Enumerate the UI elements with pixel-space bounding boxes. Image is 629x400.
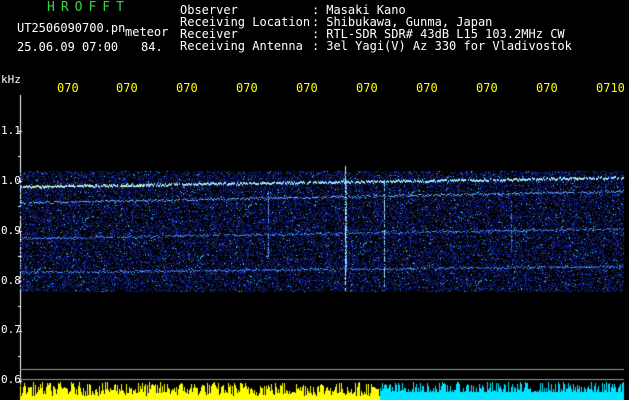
info-value: 3el Yagi(V) Az 330 for Vladivostok	[326, 39, 572, 53]
x-tick-label: 0710	[596, 81, 625, 95]
date-time: 25.06.09 07:00	[17, 40, 119, 54]
x-tick-label: 070	[416, 81, 438, 95]
spectrogram-canvas	[0, 0, 629, 400]
x-tick-label: 070	[536, 81, 558, 95]
y-tick-label: 1.1	[1, 124, 21, 137]
info-label: Receiving Antenna	[180, 39, 303, 53]
meteor-count: 84.	[141, 40, 163, 54]
info-row-antenna: Receiving Antenna : 3el Yagi(V) Az 330 f…	[180, 40, 572, 52]
frequency-unit: kHz	[1, 73, 21, 86]
x-tick-label: 070	[57, 81, 79, 95]
x-tick-label: 070	[356, 81, 378, 95]
y-tick-label: 0.9	[1, 224, 21, 237]
x-tick-label: 070	[296, 81, 318, 95]
info-sep: :	[312, 39, 320, 53]
file-name: UT2506090700.pn	[17, 21, 126, 35]
y-tick-label: 1.0	[1, 174, 21, 187]
y-tick-label: 0.6	[1, 373, 21, 386]
y-tick-label: 0.8	[1, 274, 21, 287]
x-tick-label: 070	[176, 81, 198, 95]
meteor-label: meteor	[125, 25, 169, 39]
y-tick-label: 0.7	[1, 323, 21, 336]
x-tick-label: 070	[236, 81, 258, 95]
app-title: HROFFT	[47, 0, 130, 15]
x-tick-label: 070	[476, 81, 498, 95]
x-tick-label: 070	[116, 81, 138, 95]
station-info: Observer : Masaki Kano Receiving Locatio…	[180, 4, 572, 52]
